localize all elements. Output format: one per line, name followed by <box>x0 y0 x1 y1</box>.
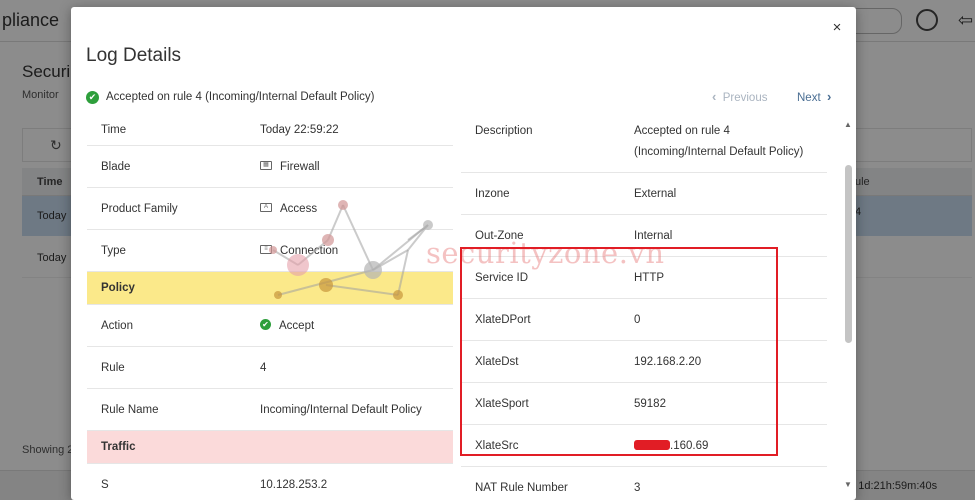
field-label: Rule <box>101 362 125 374</box>
chevron-left-icon: ‹ <box>712 89 717 104</box>
field-label: Inzone <box>475 188 510 200</box>
field-row-rule-name: Rule Name Incoming/Internal Default Poli… <box>87 389 453 431</box>
field-row-xlatesport: XlateSport 59182 <box>461 383 827 425</box>
details-scrollbar[interactable]: ▲ ▼ <box>843 120 853 500</box>
field-label: XlateSport <box>475 398 529 410</box>
log-summary: ✔ Accepted on rule 4 (Incoming/Internal … <box>86 89 374 105</box>
field-value[interactable]: 0 <box>634 299 640 341</box>
field-value-xlatesrc[interactable]: .160.69 <box>634 425 708 467</box>
accept-icon: ✔ <box>260 319 271 331</box>
field-row-nat-rule-number: NAT Rule Number 3 <box>461 467 827 500</box>
field-value: .160.69 <box>670 440 709 452</box>
summary-text: Accepted on rule 4 (Incoming/Internal De… <box>106 91 375 103</box>
field-label: S <box>101 479 109 491</box>
next-button[interactable]: Next › <box>797 89 831 104</box>
field-row-type: Type ≡ Connection <box>87 230 453 272</box>
field-label: Blade <box>101 161 131 173</box>
close-icon[interactable]: × <box>828 19 846 37</box>
log-fields-right: Description Accepted on rule 4 (Incoming… <box>461 115 827 500</box>
field-label: Type <box>101 245 126 257</box>
field-label: XlateDPort <box>475 314 531 326</box>
accept-icon: ✔ <box>86 90 99 104</box>
field-value: Access <box>280 203 318 215</box>
field-label: Product Family <box>101 203 178 215</box>
field-row-xlatedst: XlateDst 192.168.2.20 <box>461 341 827 383</box>
field-value: Firewall <box>280 161 320 173</box>
section-policy: Policy <box>87 272 453 305</box>
field-row-action: Action ✔ Accept <box>87 305 453 347</box>
connection-icon: ≡ <box>260 245 272 255</box>
field-row-blade: Blade ▦ Firewall <box>87 146 453 188</box>
section-traffic: Traffic <box>87 431 453 464</box>
field-row-description: Description Accepted on rule 4 (Incoming… <box>461 115 827 173</box>
scroll-up-icon[interactable]: ▲ <box>843 120 853 129</box>
firewall-icon: ▦ <box>260 161 272 171</box>
field-value[interactable]: 59182 <box>634 383 666 425</box>
field-value[interactable]: 192.168.2.20 <box>634 341 701 383</box>
next-label: Next <box>797 92 821 104</box>
field-value: Connection <box>280 245 339 257</box>
field-row-source: S 10.128.253.2 <box>87 464 453 500</box>
field-value-product-family[interactable]: A Access <box>260 188 317 230</box>
previous-label: Previous <box>722 92 768 104</box>
field-value-blade[interactable]: ▦ Firewall <box>260 146 320 188</box>
field-value[interactable]: 10.128.253.2 <box>260 464 327 500</box>
field-row-rule: Rule 4 <box>87 347 453 389</box>
chevron-right-icon: › <box>827 89 832 104</box>
field-label: Description <box>475 125 533 137</box>
redaction-mark <box>634 439 670 450</box>
field-value[interactable]: 4 <box>260 347 266 389</box>
field-label: Action <box>101 320 133 332</box>
field-label: XlateDst <box>475 356 519 368</box>
field-value[interactable]: Incoming/Internal Default Policy <box>260 389 422 431</box>
field-value[interactable]: Today 22:59:22 <box>260 116 339 145</box>
description-line-2: (Incoming/Internal Default Policy) <box>634 145 804 158</box>
previous-button[interactable]: ‹ Previous <box>712 89 767 104</box>
field-row-xlatedport: XlateDPort 0 <box>461 299 827 341</box>
access-icon: A <box>260 203 272 213</box>
description-line-1: Accepted on rule 4 <box>634 125 730 137</box>
field-label: NAT Rule Number <box>475 482 568 494</box>
field-value-description[interactable]: Accepted on rule 4 (Incoming/Internal De… <box>634 121 803 162</box>
field-row-product-family: Product Family A Access <box>87 188 453 230</box>
modal-title: Log Details <box>86 45 182 66</box>
field-label: XlateSrc <box>475 440 519 452</box>
watermark-text: securityzone.vn <box>426 236 665 270</box>
field-value: Accept <box>279 320 315 332</box>
field-label: Rule Name <box>101 404 159 416</box>
scroll-down-icon[interactable]: ▼ <box>843 480 853 489</box>
field-value-type[interactable]: ≡ Connection <box>260 230 338 272</box>
scrollbar-thumb[interactable] <box>845 165 852 343</box>
field-row-time: Time Today 22:59:22 <box>87 115 453 146</box>
field-row-xlatesrc: XlateSrc .160.69 <box>461 425 827 467</box>
field-label: Time <box>101 124 127 136</box>
field-value[interactable]: 3 <box>634 467 640 500</box>
log-fields-left: Time Today 22:59:22 Blade ▦ Firewall Prod… <box>87 115 453 500</box>
field-row-inzone: Inzone External <box>461 173 827 215</box>
field-value[interactable]: External <box>634 173 676 215</box>
field-value-action[interactable]: ✔ Accept <box>260 305 314 347</box>
